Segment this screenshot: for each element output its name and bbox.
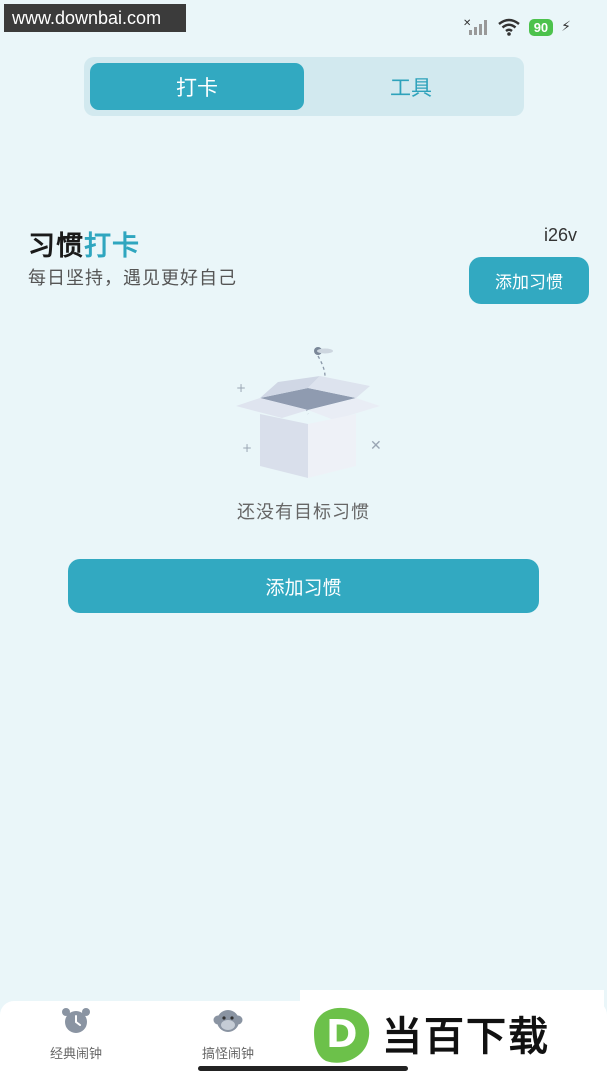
title-part-habit: 习惯 bbox=[28, 231, 84, 262]
version-label: i26v bbox=[543, 225, 577, 245]
nav-classic-alarm-label: 经典闹钟 bbox=[49, 1047, 102, 1062]
tab-checkin[interactable]: 打卡 bbox=[90, 63, 304, 110]
nav-funny-alarm[interactable]: 搞怪闹钟 bbox=[168, 1007, 288, 1062]
brand-watermark: D 当百下载 bbox=[300, 990, 604, 1076]
svg-text:+: + bbox=[236, 381, 246, 395]
empty-state-message: 还没有目标习惯 bbox=[237, 502, 370, 523]
nav-funny-alarm-label: 搞怪闹钟 bbox=[201, 1047, 254, 1062]
svg-text:✕: ✕ bbox=[463, 18, 471, 29]
empty-box-illustration: + + ✕ bbox=[236, 347, 382, 478]
battery-indicator: 90 bbox=[528, 18, 554, 36]
brand-watermark-text: 当百下载 bbox=[382, 1014, 550, 1060]
page-subtitle: 每日坚持，遇见更好自己 bbox=[28, 268, 237, 289]
wifi-icon bbox=[497, 18, 520, 36]
watermark-url: www.downbai.com bbox=[4, 4, 186, 32]
tab-switcher: 打卡 工具 bbox=[84, 57, 524, 116]
monkey-face-icon bbox=[213, 1010, 243, 1032]
status-icons: ✕ 90 ⚡ bbox=[463, 18, 571, 36]
home-indicator bbox=[198, 1066, 408, 1071]
brand-logo-icon: D bbox=[314, 1007, 370, 1063]
svg-text:D: D bbox=[326, 1012, 358, 1056]
page-title: 习惯打卡 bbox=[28, 224, 140, 263]
tab-tools[interactable]: 工具 bbox=[304, 63, 518, 110]
status-bar: 18:44 www.downbai.com ✕ 90 ⚡ bbox=[0, 0, 607, 44]
nav-classic-alarm[interactable]: 经典闹钟 bbox=[16, 1007, 136, 1062]
add-habit-button[interactable]: 添加习惯 bbox=[68, 559, 539, 613]
add-habit-button-top[interactable]: 添加习惯 bbox=[469, 257, 589, 304]
svg-text:+: + bbox=[242, 441, 252, 455]
title-part-checkin: 打卡 bbox=[84, 231, 140, 262]
svg-text:✕: ✕ bbox=[370, 438, 382, 454]
alarm-clock-icon bbox=[62, 1008, 90, 1033]
no-signal-icon: ✕ bbox=[463, 18, 487, 35]
charging-icon: ⚡ bbox=[561, 19, 571, 35]
